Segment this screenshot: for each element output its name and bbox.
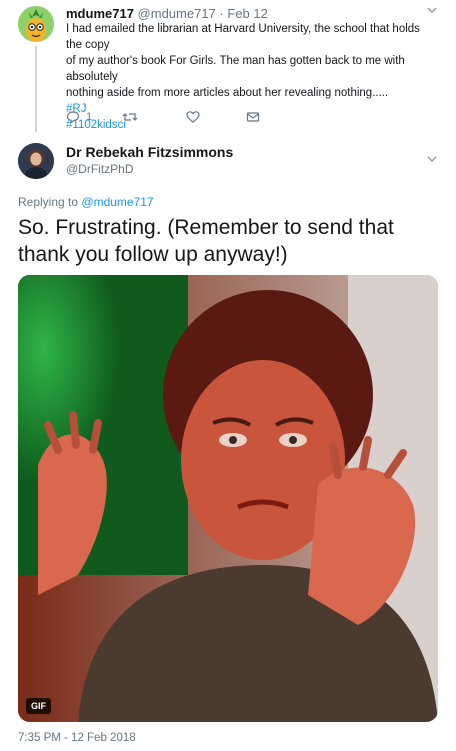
user-avatar[interactable] xyxy=(18,6,54,42)
gif-preview-image xyxy=(18,275,438,722)
reply-icon xyxy=(66,111,80,124)
parent-tweet-header: mdume717 @mdume717 · Feb 12 xyxy=(66,6,268,21)
chevron-down-icon[interactable] xyxy=(426,4,438,19)
heart-icon xyxy=(186,111,200,123)
reply-button[interactable]: 1 xyxy=(66,110,122,124)
gif-badge: GIF xyxy=(26,698,51,714)
gif-media[interactable]: GIF xyxy=(18,275,438,722)
parent-tweet-actions: 1 xyxy=(66,108,260,126)
like-button[interactable] xyxy=(186,110,246,124)
retweet-button[interactable] xyxy=(122,110,186,124)
tweet-text-line: nothing aside from more articles about h… xyxy=(66,87,389,99)
author-handle[interactable]: @DrFitzPhD xyxy=(66,162,134,176)
separator-dot: · xyxy=(219,6,224,21)
tweet-text-line: I had emailed the librarian at Harvard U… xyxy=(66,23,420,51)
profile-photo-icon xyxy=(18,143,54,179)
envelope-icon xyxy=(246,112,260,122)
tweet-timestamp[interactable]: 7:35 PM - 12 Feb 2018 xyxy=(18,732,136,744)
author-display-name[interactable]: Dr Rebekah Fitzsimmons xyxy=(66,144,233,160)
pineapple-avatar-icon xyxy=(18,6,54,42)
parent-date[interactable]: Feb 12 xyxy=(227,6,267,21)
replying-to-handle[interactable]: @mdume717 xyxy=(81,195,153,209)
author-avatar[interactable] xyxy=(18,143,54,179)
parent-display-name[interactable]: mdume717 xyxy=(66,6,134,21)
chevron-down-icon[interactable] xyxy=(426,153,438,168)
tweet-text-line: of my author's book For Girls. The man h… xyxy=(66,55,405,83)
retweet-icon xyxy=(122,113,138,121)
replying-to: Replying to @mdume717 xyxy=(18,195,154,209)
reply-count: 1 xyxy=(86,111,93,123)
message-button[interactable] xyxy=(246,110,260,124)
thread-connector xyxy=(35,46,37,132)
parent-handle[interactable]: @mdume717 xyxy=(138,6,216,21)
replying-to-label: Replying to xyxy=(18,195,79,209)
main-tweet-text: So. Frustrating. (Remember to send that … xyxy=(18,216,394,266)
